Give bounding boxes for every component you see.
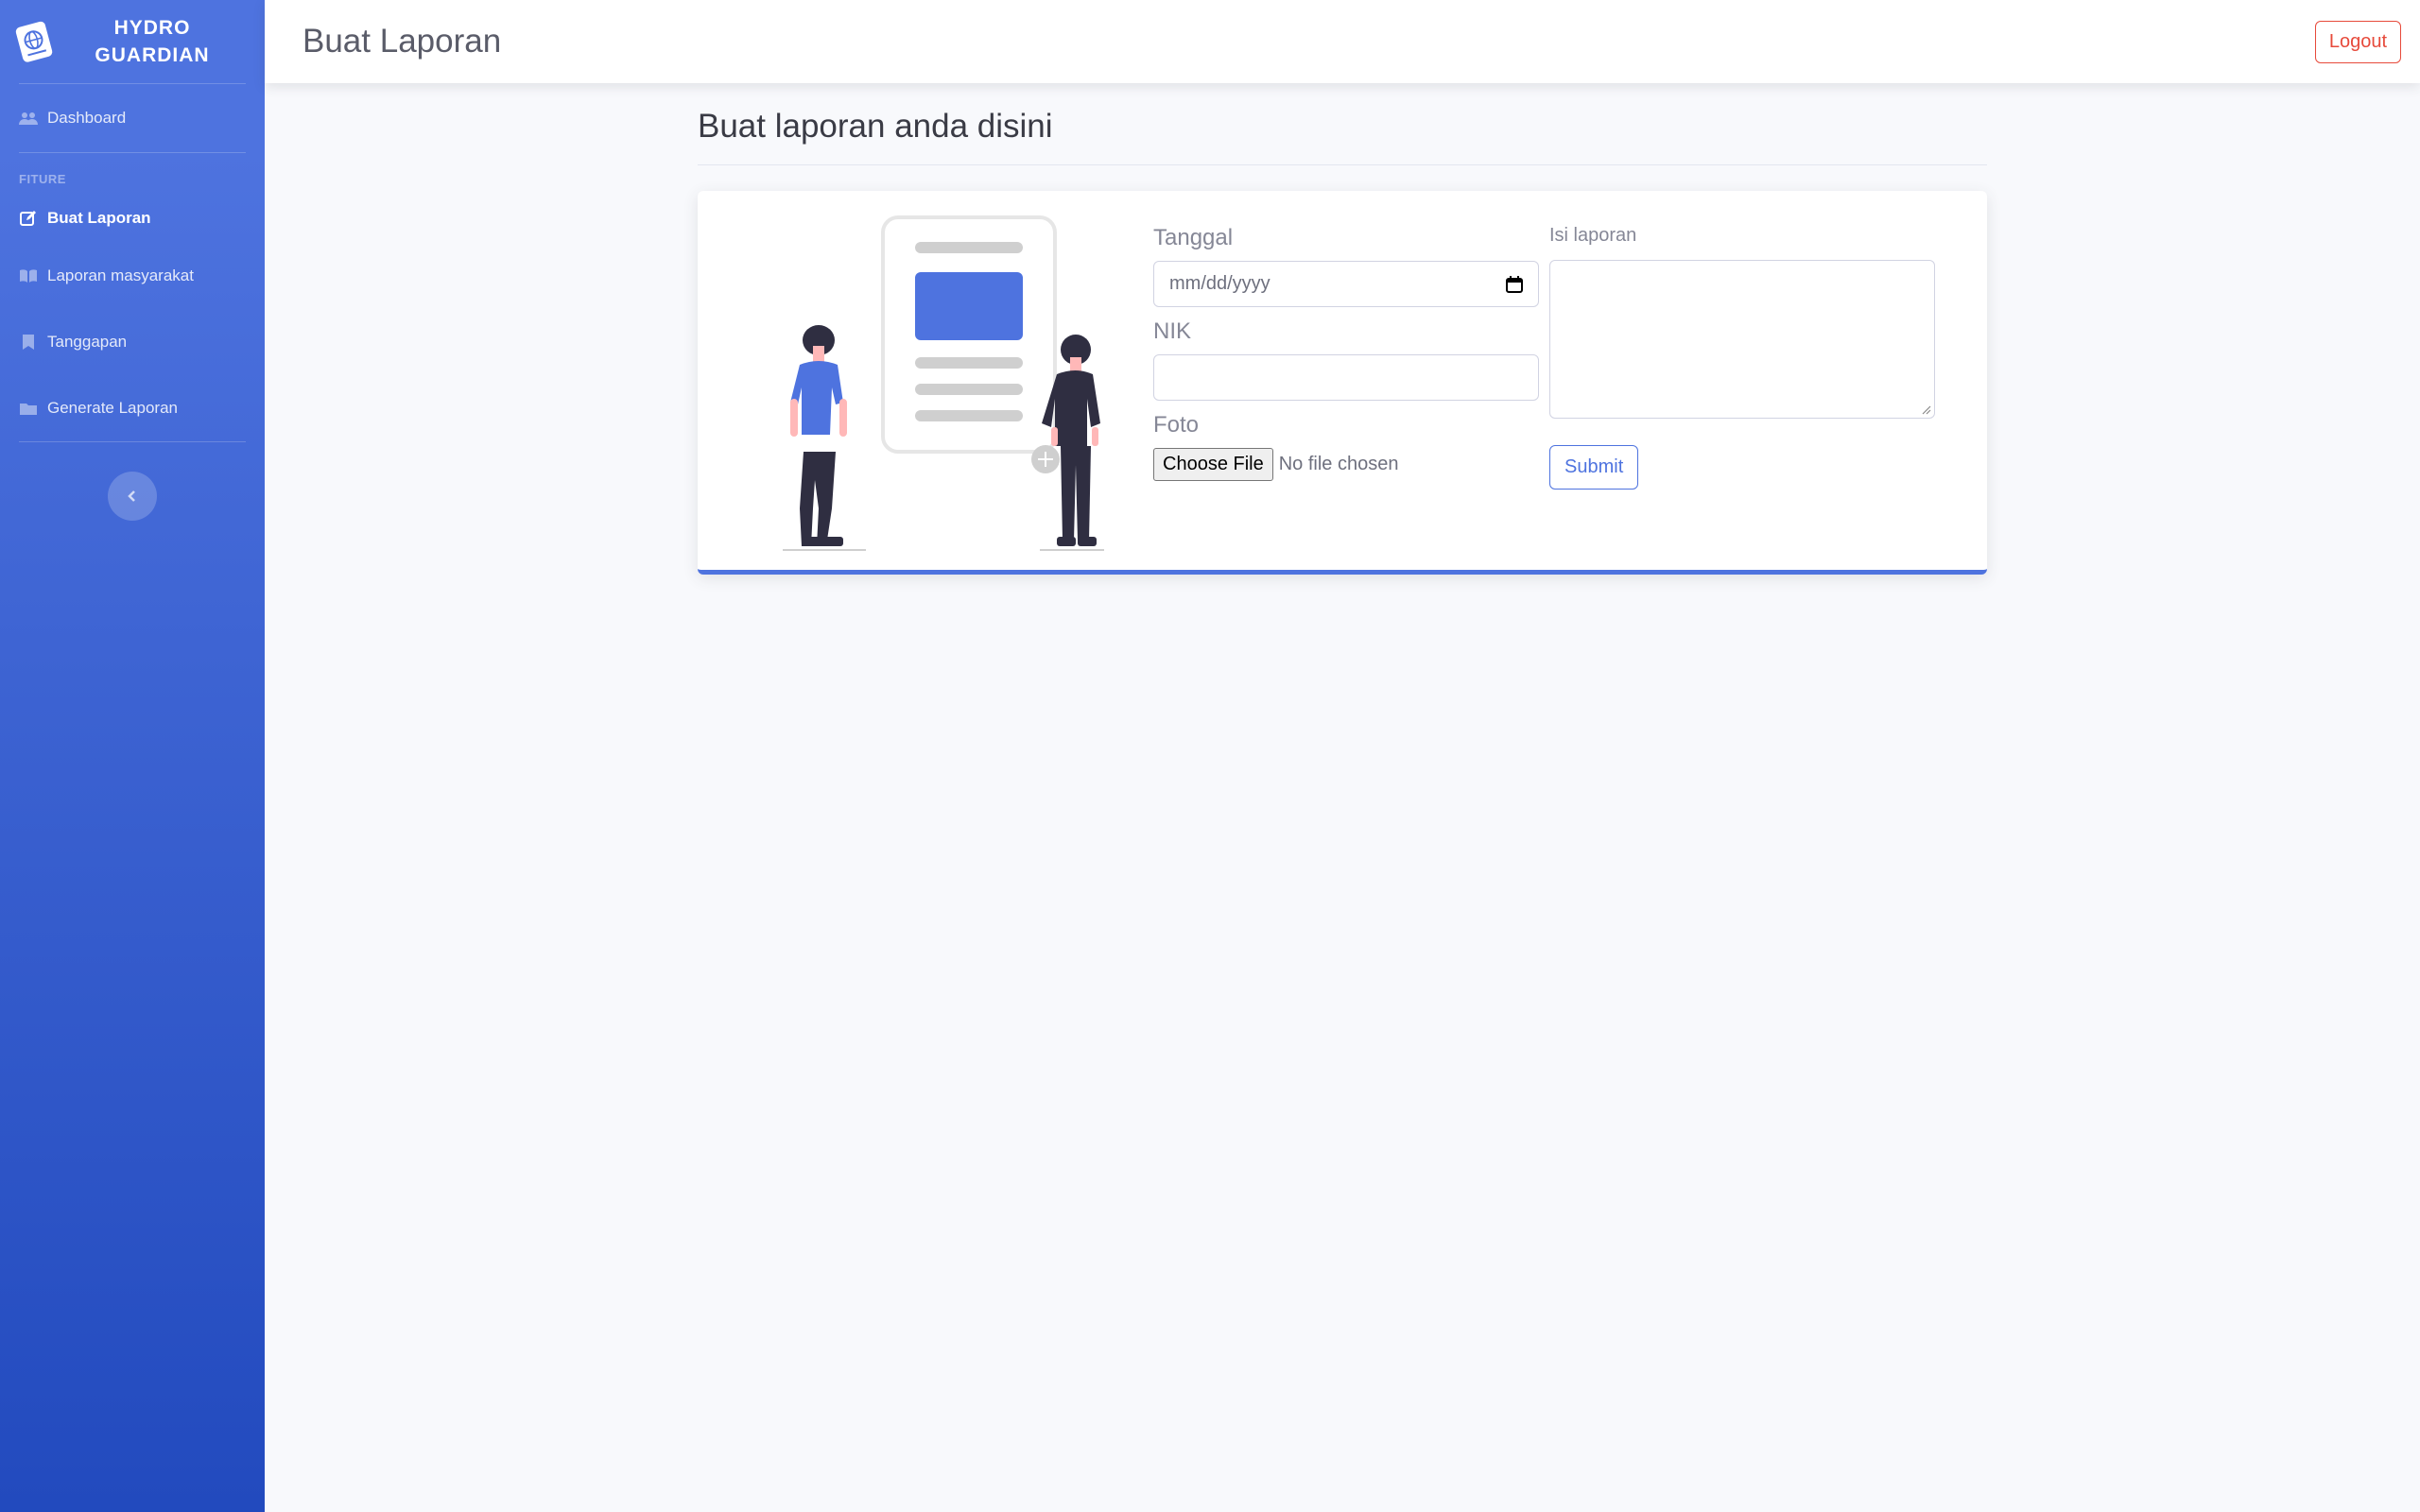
sidebar-item-buat-laporan[interactable]: Buat Laporan <box>0 194 265 243</box>
resize-grip-icon[interactable] <box>1922 405 1931 415</box>
sidebar-divider <box>19 441 246 442</box>
book-icon <box>19 266 38 285</box>
sidebar-item-label: Dashboard <box>47 109 127 127</box>
isi-laporan-label: Isi laporan <box>1549 225 1637 246</box>
form-column-right: Isi laporan Submit <box>1549 225 1935 490</box>
sidebar-section-heading: FITURE <box>19 172 66 186</box>
folder-icon <box>19 399 38 418</box>
content-heading: Buat laporan anda disini <box>698 108 1987 165</box>
choose-file-button[interactable]: Choose File <box>1153 448 1273 481</box>
sidebar-item-dashboard[interactable]: Dashboard <box>0 84 265 152</box>
brand-logo-icon <box>15 21 53 62</box>
sidebar: HYDRO GUARDIAN Dashboard FITURE Buat Lap… <box>0 0 265 1512</box>
tanggal-input[interactable]: mm/dd/yyyy <box>1153 261 1539 307</box>
sidebar-brand[interactable]: HYDRO GUARDIAN <box>0 0 265 83</box>
chevron-left-icon <box>128 490 135 502</box>
report-illustration <box>783 215 1104 551</box>
users-icon <box>19 109 38 128</box>
nik-input[interactable] <box>1153 354 1539 401</box>
sidebar-item-label: Laporan masyarakat <box>47 266 194 284</box>
file-status: No file chosen <box>1278 454 1399 474</box>
report-form-card: Tanggal mm/dd/yyyy NIK Foto Choose File … <box>698 191 1987 575</box>
topbar: Buat Laporan Logout <box>265 0 2420 83</box>
foto-label: Foto <box>1153 412 1200 438</box>
sidebar-item-label: Buat Laporan <box>47 209 151 227</box>
isi-laporan-textarea[interactable] <box>1549 260 1935 419</box>
form-column-left: Tanggal mm/dd/yyyy NIK Foto Choose File … <box>1153 225 1539 481</box>
nik-label: NIK <box>1153 318 1192 344</box>
sidebar-item-label: Tanggapan <box>47 333 128 351</box>
calendar-icon[interactable] <box>1506 275 1523 293</box>
sidebar-toggle-button[interactable] <box>108 472 157 521</box>
page-title: Buat Laporan <box>302 23 502 60</box>
brand-name: HYDRO GUARDIAN <box>95 17 210 66</box>
bookmark-icon <box>19 333 38 352</box>
edit-icon <box>19 209 38 228</box>
foto-file-input[interactable]: Choose File No file chosen <box>1153 448 1539 481</box>
tanggal-placeholder: mm/dd/yyyy <box>1169 273 1270 294</box>
sidebar-item-tanggapan[interactable]: Tanggapan <box>0 309 265 375</box>
sidebar-item-generate-laporan[interactable]: Generate Laporan <box>0 375 265 441</box>
sidebar-item-laporan-masyarakat[interactable]: Laporan masyarakat <box>0 243 265 309</box>
submit-button[interactable]: Submit <box>1549 445 1639 490</box>
logout-button[interactable]: Logout <box>2314 20 2401 63</box>
tanggal-label: Tanggal <box>1153 225 1234 250</box>
sidebar-item-label: Generate Laporan <box>47 399 178 417</box>
